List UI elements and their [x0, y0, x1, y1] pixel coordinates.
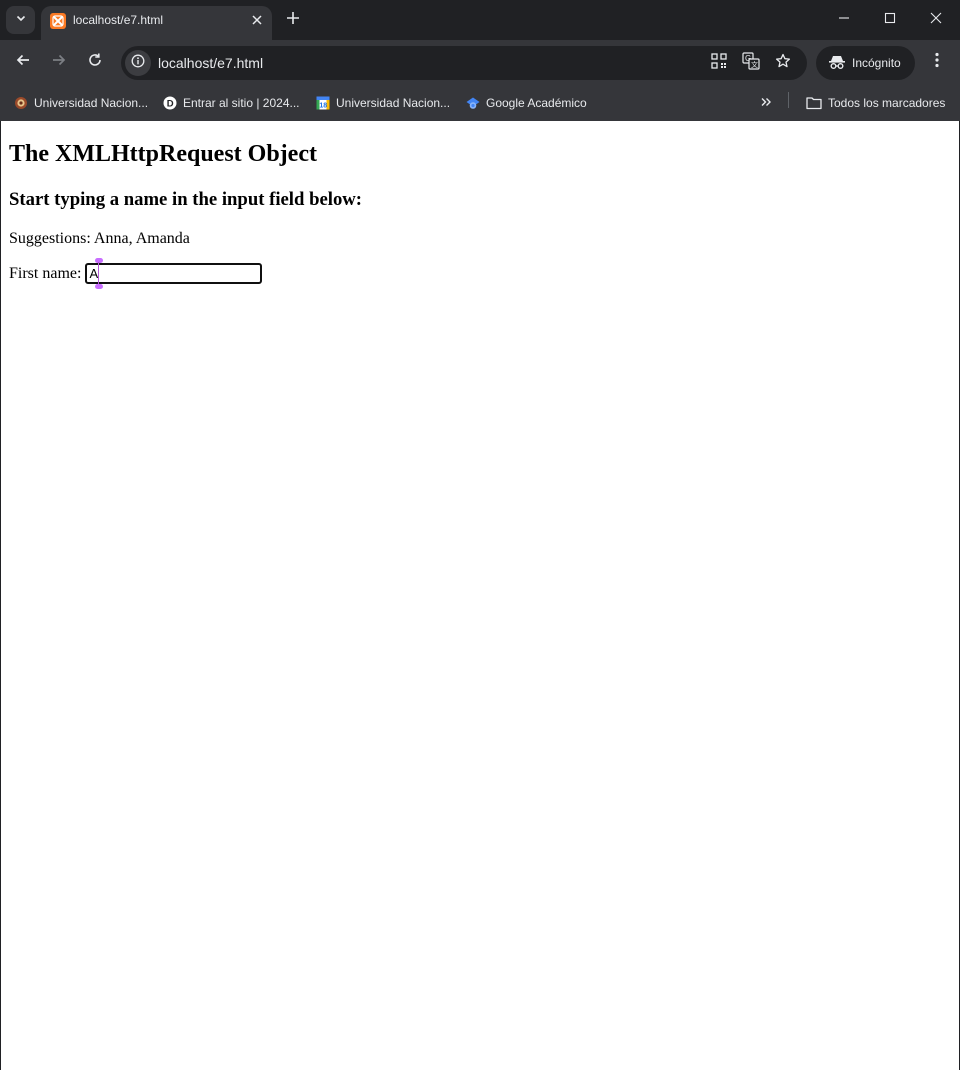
page-subheading: Start typing a name in the input field b… — [9, 189, 363, 210]
window-close-button[interactable] — [913, 0, 959, 40]
tab-search-button[interactable] — [6, 6, 35, 34]
bookmark-item[interactable]: D Entrar al sitio | 2024... — [163, 91, 300, 115]
bookmark-star-button[interactable] — [773, 53, 793, 73]
scholar-cap-icon — [466, 96, 480, 110]
xampp-icon — [50, 13, 66, 29]
tab-active[interactable]: localhost/e7.html — [41, 6, 272, 40]
more-bookmarks-button[interactable] — [758, 91, 774, 115]
tab-strip: localhost/e7.html — [0, 0, 960, 40]
forward-button[interactable] — [43, 46, 75, 78]
reload-button[interactable] — [79, 46, 111, 78]
chevron-down-icon — [15, 11, 27, 29]
bookmark-item[interactable]: Universidad Nacion... — [14, 91, 148, 115]
bookmark-label: Universidad Nacion... — [336, 96, 451, 110]
suggestions-text: Suggestions: Anna, Amanda — [9, 230, 190, 248]
info-icon — [131, 54, 145, 73]
back-arrow-icon — [15, 52, 31, 73]
menu-button[interactable] — [921, 46, 953, 78]
plus-icon — [286, 11, 300, 30]
calendar-icon: 18 — [316, 96, 330, 110]
svg-text:文: 文 — [751, 60, 758, 69]
university-seal-icon — [14, 96, 28, 110]
moodle-d-icon: D — [163, 96, 177, 110]
name-form: First name: — [9, 263, 263, 284]
bookmark-label: Google Académico — [486, 96, 587, 110]
bookmark-label: Entrar al sitio | 2024... — [183, 96, 300, 110]
forward-arrow-icon — [51, 52, 67, 73]
maximize-icon — [884, 11, 896, 29]
maximize-button[interactable] — [867, 0, 913, 40]
kebab-menu-icon — [935, 52, 939, 73]
folder-icon — [806, 96, 822, 110]
url-text: localhost/e7.html — [158, 55, 264, 71]
qr-code-button[interactable] — [709, 52, 729, 74]
new-tab-button[interactable] — [281, 8, 305, 32]
site-info-button[interactable] — [125, 50, 151, 76]
tab-title: localhost/e7.html — [73, 13, 164, 27]
bookmark-item[interactable]: 18 Universidad Nacion... — [316, 91, 450, 115]
close-icon — [252, 12, 262, 30]
page-viewport: The XMLHttpRequest Object Start typing a… — [1, 121, 959, 1070]
reload-icon — [87, 52, 103, 73]
text-cursor-marker — [95, 258, 103, 289]
svg-text:18: 18 — [319, 103, 327, 110]
double-chevron-right-icon — [760, 96, 772, 111]
incognito-icon — [828, 54, 846, 73]
suggestions-label: Suggestions: — [9, 230, 91, 247]
minimize-button[interactable] — [821, 0, 867, 40]
bookmarks-bar: Universidad Nacion... D Entrar al sitio … — [0, 85, 960, 121]
qr-code-icon — [711, 52, 727, 74]
close-icon — [930, 11, 942, 29]
page-heading: The XMLHttpRequest Object — [9, 141, 317, 167]
all-bookmarks-button[interactable]: Todos los marcadores — [806, 91, 945, 115]
bookmarks-divider — [788, 92, 789, 108]
translate-icon: G文 — [742, 51, 760, 75]
star-icon — [775, 53, 791, 74]
back-button[interactable] — [7, 46, 39, 78]
tab-close-button[interactable] — [246, 10, 268, 32]
address-bar[interactable]: localhost/e7.html G文 — [121, 46, 807, 80]
toolbar: localhost/e7.html G文 Incógnito — [0, 40, 960, 85]
browser-window: localhost/e7.html localhost/e7.html G 文 … — [0, 0, 960, 1070]
first-name-input[interactable] — [85, 263, 263, 284]
first-name-label: First name: — [9, 264, 82, 282]
incognito-badge[interactable]: Incógnito — [816, 46, 915, 80]
incognito-label: Incógnito — [852, 56, 901, 70]
suggestions-value: Anna, Amanda — [93, 230, 190, 247]
minimize-icon — [838, 11, 850, 29]
bookmark-item[interactable]: Google Académico — [466, 91, 587, 115]
svg-text:D: D — [167, 99, 174, 110]
translate-button[interactable]: G文 — [741, 51, 761, 75]
bookmark-label: Universidad Nacion... — [34, 96, 149, 110]
all-bookmarks-label: Todos los marcadores — [828, 96, 946, 110]
